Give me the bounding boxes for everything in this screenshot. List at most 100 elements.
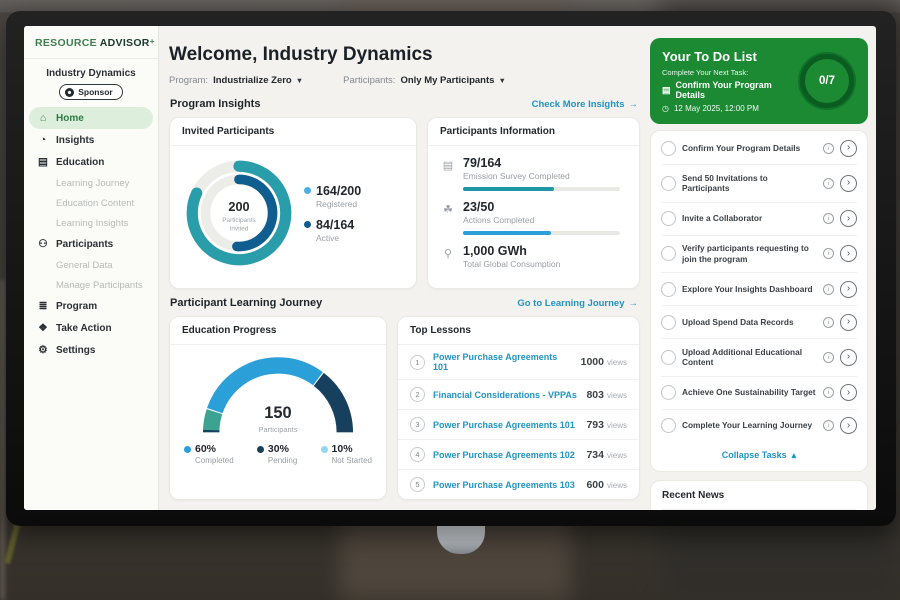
chevron-right-icon[interactable]: ›	[840, 349, 857, 366]
sidebar-item-home[interactable]: ⌂ Home	[29, 107, 153, 129]
progress-bar-fill	[463, 231, 551, 235]
task-checkbox[interactable]	[661, 350, 676, 365]
task-checkbox[interactable]	[661, 282, 676, 297]
go-to-learning-journey-link[interactable]: Go to Learning Journey →	[517, 298, 638, 309]
lesson-views: 793	[586, 419, 604, 431]
task-row: Complete Your Learning Journey i ›	[661, 410, 857, 442]
info-icon[interactable]: i	[823, 248, 834, 259]
stat-actions-completed: ☘ 23/50 Actions Completed	[442, 200, 625, 235]
sidebar-item-education-content[interactable]: Education Content	[24, 193, 158, 213]
insights-cards-row: Invited Participants 200 Participants In…	[169, 117, 640, 289]
info-icon[interactable]: i	[823, 420, 834, 431]
org-name: Industry Dynamics	[24, 68, 158, 79]
task-row: Send 50 Invitations to Participants i ›	[661, 165, 857, 203]
legend-value: 164/200	[316, 184, 361, 198]
program-filter[interactable]: Program:Industrialize Zero▼	[169, 75, 303, 86]
sidebar-item-label: Home	[56, 113, 84, 124]
lesson-row: 3 Power Purchase Agreements 101 793views	[398, 410, 639, 440]
info-icon[interactable]: i	[823, 143, 834, 154]
task-row: Invite a Collaborator i ›	[661, 203, 857, 236]
sidebar-item-learning-insights[interactable]: Learning Insights	[24, 213, 158, 233]
invited-participants-card: Invited Participants 200 Participants In…	[169, 117, 417, 289]
chevron-down-icon: ▼	[498, 76, 505, 85]
sidebar-item-participants[interactable]: ⚇ Participants	[24, 233, 158, 255]
info-icon[interactable]: i	[823, 317, 834, 328]
info-icon[interactable]: i	[823, 284, 834, 295]
legend-dot	[304, 187, 311, 194]
legend-item-active: 84/164 Active	[304, 218, 361, 243]
check-more-insights-link[interactable]: Check More Insights →	[532, 99, 638, 110]
sponsor-badge: Sponsor	[59, 84, 122, 100]
sidebar-item-label: Program	[56, 301, 97, 312]
chevron-right-icon[interactable]: ›	[840, 210, 857, 227]
lesson-row: 1 Power Purchase Agreements 101 1000view…	[398, 345, 639, 380]
info-icon[interactable]: i	[823, 178, 834, 189]
sponsor-badge-label: Sponsor	[78, 87, 112, 97]
todo-title: Your To Do List	[662, 49, 790, 64]
bulb-icon: ⚲	[442, 247, 454, 275]
lesson-link[interactable]: Power Purchase Agreements 103	[433, 480, 578, 490]
sidebar-item-general-data[interactable]: General Data	[24, 255, 158, 275]
card-title: Top Lessons	[398, 317, 639, 345]
sidebar-item-insights[interactable]: ◔ Insights	[24, 129, 158, 151]
task-checkbox[interactable]	[661, 385, 676, 400]
task-checkbox[interactable]	[661, 176, 676, 191]
insights-icon: ◔	[37, 134, 49, 146]
learning-journey-header: Participant Learning Journey Go to Learn…	[170, 297, 638, 309]
stat-label: Emission Survey Completed	[463, 171, 625, 181]
sidebar-item-program[interactable]: ≣ Program	[24, 295, 158, 317]
sidebar-item-take-action[interactable]: ❖ Take Action	[24, 317, 158, 339]
sponsor-badge-icon	[65, 88, 74, 97]
program-insights-header: Program Insights Check More Insights →	[170, 98, 638, 110]
chevron-right-icon[interactable]: ›	[840, 384, 857, 401]
donut-center-label: Participants	[222, 217, 255, 224]
sidebar-item-learning-journey[interactable]: Learning Journey	[24, 173, 158, 193]
sidebar-item-education[interactable]: ▤ Education	[24, 151, 158, 173]
gauge-card-body: 150 Participants 60% Completed 30% Pendi…	[170, 345, 386, 477]
action-icon: ❖	[37, 322, 49, 334]
home-icon: ⌂	[37, 112, 49, 124]
gauge-center-value: 150	[264, 404, 291, 422]
chevron-right-icon[interactable]: ›	[840, 245, 857, 262]
task-checkbox[interactable]	[661, 418, 676, 433]
stat-emission-survey: ▤ 79/164 Emission Survey Completed	[442, 156, 625, 191]
info-icon[interactable]: i	[823, 352, 834, 363]
task-checkbox[interactable]	[661, 141, 676, 156]
chevron-right-icon[interactable]: ›	[840, 314, 857, 331]
todo-datetime: 12 May 2025, 12:00 PM	[674, 104, 759, 113]
lessons-list: 1 Power Purchase Agreements 101 1000view…	[398, 345, 639, 499]
info-icon[interactable]: i	[823, 213, 834, 224]
resource-advisor-logo: RESOURCE ADVISOR+	[24, 26, 158, 59]
lesson-views-unit: views	[607, 358, 627, 367]
legend-dot	[304, 221, 311, 228]
collapse-label: Collapse Tasks	[722, 450, 787, 460]
task-checkbox[interactable]	[661, 315, 676, 330]
chevron-right-icon[interactable]: ›	[840, 175, 857, 192]
collapse-tasks-link[interactable]: Collapse Tasks ▴	[661, 442, 857, 470]
sidebar-item-manage-participants[interactable]: Manage Participants	[24, 275, 158, 295]
info-icon[interactable]: i	[823, 387, 834, 398]
sidebar-item-settings[interactable]: ⚙ Settings	[24, 339, 158, 361]
chevron-right-icon[interactable]: ›	[840, 281, 857, 298]
monitor-bezel: RESOURCE ADVISOR+ Industry Dynamics Spon…	[6, 11, 896, 526]
lesson-link[interactable]: Financial Considerations - VPPAs	[433, 390, 578, 400]
link-label: Go to Learning Journey	[517, 298, 624, 309]
logo-advisor: ADVISOR	[100, 37, 150, 49]
chevron-right-icon[interactable]: ›	[840, 140, 857, 157]
lesson-rank: 3	[410, 417, 425, 432]
task-row: Verify participants requesting to join t…	[661, 236, 857, 274]
task-checkbox[interactable]	[661, 246, 676, 261]
chevron-right-icon[interactable]: ›	[840, 417, 857, 434]
lesson-link[interactable]: Power Purchase Agreements 102	[433, 450, 578, 460]
clock-icon: ◷	[662, 104, 669, 113]
task-checkbox[interactable]	[661, 211, 676, 226]
arrow-right-icon: →	[629, 99, 639, 110]
stat-global-consumption: ⚲ 1,000 GWh Total Global Consumption	[442, 244, 625, 275]
lesson-views-unit: views	[607, 391, 627, 400]
lesson-views: 734	[586, 449, 604, 461]
section-title: Participant Learning Journey	[170, 297, 322, 309]
lesson-link[interactable]: Power Purchase Agreements 101	[433, 352, 573, 372]
participants-filter[interactable]: Participants:Only My Participants▼	[343, 75, 506, 86]
task-row: Confirm Your Program Details i ›	[661, 132, 857, 165]
lesson-link[interactable]: Power Purchase Agreements 101	[433, 420, 578, 430]
